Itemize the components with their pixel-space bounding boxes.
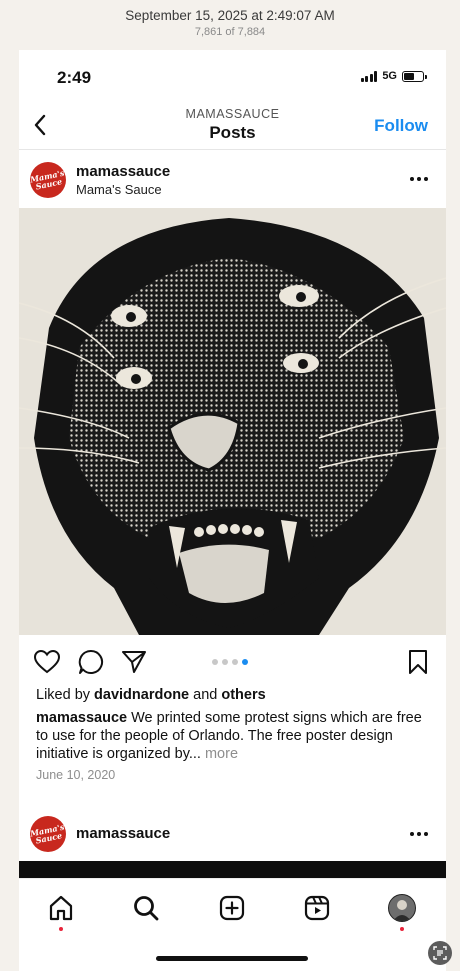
tab-create[interactable] bbox=[217, 893, 247, 923]
panther-illustration-icon bbox=[19, 208, 446, 635]
liked-by-others[interactable]: others bbox=[221, 687, 265, 703]
post-date: June 10, 2020 bbox=[36, 768, 116, 782]
more-options-icon[interactable] bbox=[410, 176, 428, 182]
home-icon bbox=[49, 895, 73, 921]
post-image[interactable] bbox=[19, 208, 446, 635]
status-time: 2:49 bbox=[57, 68, 92, 87]
next-post-header: Mama's Sauce mamassauce bbox=[19, 812, 446, 860]
posts-header: MAMASSAUCE Posts Follow bbox=[19, 102, 446, 150]
signal-bars-icon bbox=[360, 70, 378, 82]
carousel-dot bbox=[212, 659, 218, 665]
plus-square-icon bbox=[219, 895, 245, 921]
save-button[interactable] bbox=[404, 648, 432, 676]
post-actions bbox=[19, 648, 446, 676]
caption-more-link[interactable]: more bbox=[201, 746, 238, 762]
bottom-tab-bar bbox=[19, 878, 446, 971]
like-button[interactable] bbox=[33, 648, 61, 676]
tab-home[interactable] bbox=[46, 893, 76, 923]
heart-icon bbox=[34, 650, 60, 674]
status-indicators: 5G bbox=[360, 70, 427, 82]
avatar-logo-text: Mama's Sauce bbox=[30, 821, 66, 846]
home-notification-dot bbox=[59, 927, 63, 931]
likes-and: and bbox=[189, 687, 222, 703]
follow-button[interactable]: Follow bbox=[374, 116, 428, 136]
profile-avatar-icon bbox=[388, 894, 416, 922]
post-header: Mama's Sauce mamassauce Mama's Sauce bbox=[19, 154, 446, 206]
photo-count: 7,861 of 7,884 bbox=[194, 26, 266, 38]
instagram-screen: 2:49 5G MAMASSAUCE Posts Follow Mama's S… bbox=[19, 50, 446, 971]
home-indicator bbox=[156, 956, 308, 961]
likes-line: Liked by davidnardone and others bbox=[36, 687, 266, 703]
post-username[interactable]: mamassauce bbox=[76, 163, 170, 180]
post-caption: mamassauce We printed some protest signs… bbox=[36, 709, 431, 763]
post-location[interactable]: Mama's Sauce bbox=[76, 182, 162, 197]
photos-viewer-header: September 15, 2025 at 2:49:07 AM 7,861 o… bbox=[0, 0, 460, 50]
tab-reels[interactable] bbox=[302, 893, 332, 923]
more-options-icon[interactable] bbox=[410, 831, 428, 837]
carousel-dot-active bbox=[242, 659, 248, 665]
search-icon bbox=[134, 896, 159, 921]
live-text-icon bbox=[433, 946, 447, 960]
likes-prefix: Liked by bbox=[36, 687, 95, 703]
comment-icon bbox=[78, 649, 104, 674]
bookmark-icon bbox=[409, 650, 427, 674]
photo-date: September 15, 2025 at 2:49:07 AM bbox=[125, 8, 335, 23]
reels-icon bbox=[304, 895, 330, 921]
profile-notification-dot bbox=[400, 927, 404, 931]
carousel-dot bbox=[232, 659, 238, 665]
post-username[interactable]: mamassauce bbox=[76, 825, 170, 842]
tab-profile[interactable] bbox=[387, 893, 417, 923]
carousel-indicator bbox=[212, 659, 248, 665]
share-button[interactable] bbox=[120, 648, 148, 676]
avatar[interactable]: Mama's Sauce bbox=[30, 162, 66, 198]
status-bar: 2:49 5G bbox=[19, 50, 446, 102]
comment-button[interactable] bbox=[77, 648, 105, 676]
visual-lookup-button[interactable] bbox=[428, 941, 452, 965]
carousel-dot bbox=[222, 659, 228, 665]
avatar-logo-text: Mama's Sauce bbox=[30, 167, 66, 192]
liked-by-user[interactable]: davidnardone bbox=[94, 687, 189, 703]
caption-username[interactable]: mamassauce bbox=[36, 710, 127, 726]
send-icon bbox=[122, 651, 146, 673]
tab-search[interactable] bbox=[131, 893, 161, 923]
battery-icon bbox=[402, 70, 427, 82]
avatar[interactable]: Mama's Sauce bbox=[30, 816, 66, 852]
network-label: 5G bbox=[382, 70, 397, 82]
